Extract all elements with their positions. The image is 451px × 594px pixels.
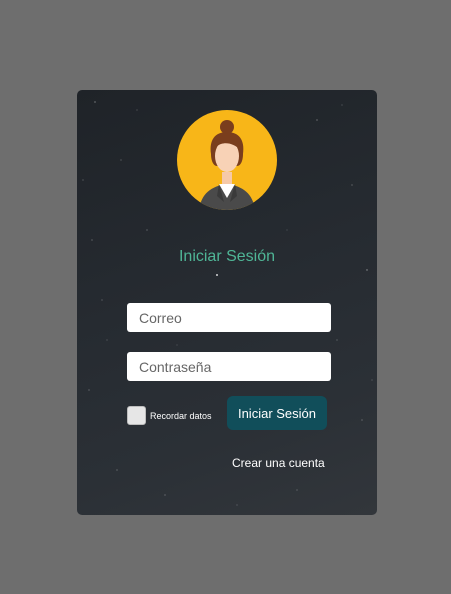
login-title: Iniciar Sesión <box>178 248 276 265</box>
remember-group: Recordar datos <box>127 406 212 425</box>
user-avatar-icon <box>177 110 277 210</box>
login-button[interactable]: Iniciar Sesión <box>227 396 327 430</box>
login-card: Iniciar Sesión Recordar datos Iniciar Se… <box>77 90 377 515</box>
password-field[interactable] <box>127 352 331 381</box>
remember-label: Recordar datos <box>150 410 212 421</box>
create-account-link[interactable]: Crear una cuenta <box>232 456 325 470</box>
email-field[interactable] <box>127 303 331 332</box>
remember-checkbox[interactable] <box>127 406 146 425</box>
